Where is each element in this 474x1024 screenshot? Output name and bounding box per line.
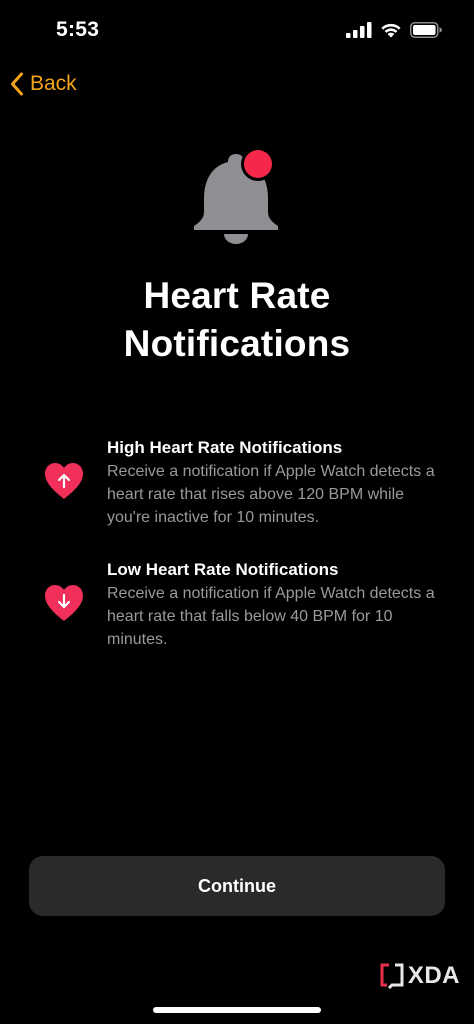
status-time: 5:53 bbox=[56, 18, 100, 41]
battery-icon bbox=[410, 22, 442, 38]
notification-bell-icon bbox=[188, 146, 288, 250]
xda-logo-icon bbox=[380, 963, 404, 989]
xda-watermark: XDA bbox=[380, 962, 460, 990]
wifi-icon bbox=[381, 23, 401, 38]
home-indicator[interactable] bbox=[153, 1007, 321, 1013]
notification-badge bbox=[244, 150, 272, 178]
back-button[interactable]: Back bbox=[10, 68, 77, 100]
watermark-text: XDA bbox=[407, 962, 460, 989]
feature-title: High Heart Rate Notifications bbox=[107, 438, 343, 457]
feature-title: Low Heart Rate Notifications bbox=[107, 560, 339, 579]
back-label: Back bbox=[30, 72, 77, 95]
feature-description: Receive a notification if Apple Watch de… bbox=[107, 463, 435, 526]
cellular-signal-icon bbox=[346, 22, 372, 38]
feature-description: Receive a notification if Apple Watch de… bbox=[107, 585, 435, 648]
status-bar: 5:53 bbox=[0, 0, 474, 60]
status-icons bbox=[346, 22, 442, 38]
feature-text: Low Heart Rate Notifications Receive a n… bbox=[107, 558, 447, 651]
heart-arrow-up-icon bbox=[45, 463, 83, 499]
chevron-left-icon bbox=[11, 72, 23, 96]
feature-text: High Heart Rate Notifications Receive a … bbox=[107, 436, 447, 529]
page-title-line2: Notifications bbox=[123, 323, 351, 364]
page-title-line1: Heart Rate bbox=[143, 275, 331, 316]
heart-arrow-down-icon bbox=[45, 585, 83, 621]
page-title: Heart Rate Notifications bbox=[0, 272, 474, 368]
continue-button[interactable]: Continue bbox=[29, 856, 445, 916]
